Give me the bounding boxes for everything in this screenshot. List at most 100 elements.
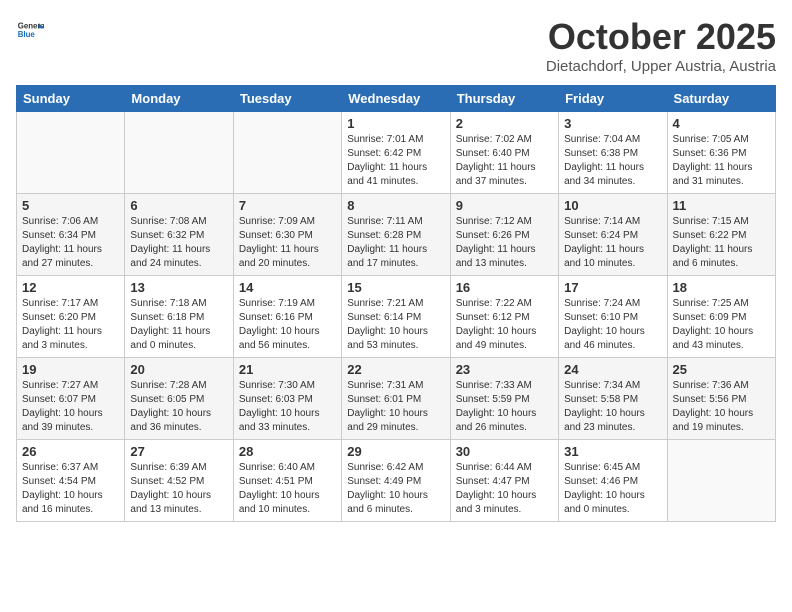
day-info: Sunrise: 7:22 AM Sunset: 6:12 PM Dayligh… xyxy=(456,297,553,353)
day-number: 24 xyxy=(564,362,661,377)
header-tuesday: Tuesday xyxy=(233,86,341,112)
day-number: 27 xyxy=(130,444,227,459)
day-cell xyxy=(17,112,125,194)
day-info: Sunrise: 7:34 AM Sunset: 5:58 PM Dayligh… xyxy=(564,379,661,435)
day-cell: 18Sunrise: 7:25 AM Sunset: 6:09 PM Dayli… xyxy=(667,276,775,358)
day-cell: 4 Sunrise: 7:05 AM Sunset: 6:36 PM Daylig… xyxy=(667,112,775,194)
week-row-4: 19Sunrise: 7:27 AM Sunset: 6:07 PM Dayli… xyxy=(17,358,776,440)
day-number: 12 xyxy=(22,280,119,295)
day-cell: 7 Sunrise: 7:09 AM Sunset: 6:30 PM Daylig… xyxy=(233,194,341,276)
day-number: 3 xyxy=(564,116,661,131)
day-cell: 28 Sunrise: 6:40 AM Sunset: 4:51 PM Dayli… xyxy=(233,440,341,522)
svg-text:Blue: Blue xyxy=(18,30,36,39)
day-cell: 24 Sunrise: 7:34 AM Sunset: 5:58 PM Dayli… xyxy=(559,358,667,440)
day-number: 6 xyxy=(130,198,227,213)
day-number: 2 xyxy=(456,116,553,131)
page-header: General Blue October 2025 Dietachdorf, U… xyxy=(16,16,776,75)
day-cell: 29Sunrise: 6:42 AM Sunset: 4:49 PM Dayli… xyxy=(342,440,450,522)
day-info: Sunrise: 7:05 AM Sunset: 6:36 PM Dayligh… xyxy=(673,133,770,189)
day-cell xyxy=(125,112,233,194)
day-number: 17 xyxy=(564,280,661,295)
day-cell: 9 Sunrise: 7:12 AM Sunset: 6:26 PM Daylig… xyxy=(450,194,558,276)
day-number: 14 xyxy=(239,280,336,295)
day-number: 22 xyxy=(347,362,444,377)
day-info: Sunrise: 7:02 AM Sunset: 6:40 PM Dayligh… xyxy=(456,133,553,189)
day-cell: 21Sunrise: 7:30 AM Sunset: 6:03 PM Dayli… xyxy=(233,358,341,440)
day-cell: 30 Sunrise: 6:44 AM Sunset: 4:47 PM Dayli… xyxy=(450,440,558,522)
logo: General Blue xyxy=(16,16,44,44)
day-number: 1 xyxy=(347,116,444,131)
header-sunday: Sunday xyxy=(17,86,125,112)
weekday-header-row: Sunday Monday Tuesday Wednesday Thursday… xyxy=(17,86,776,112)
header-wednesday: Wednesday xyxy=(342,86,450,112)
day-info: Sunrise: 7:04 AM Sunset: 6:38 PM Dayligh… xyxy=(564,133,661,189)
day-number: 23 xyxy=(456,362,553,377)
day-number: 20 xyxy=(130,362,227,377)
title-block: October 2025 Dietachdorf, Upper Austria,… xyxy=(546,16,776,75)
week-row-2: 5 Sunrise: 7:06 AM Sunset: 6:34 PM Daylig… xyxy=(17,194,776,276)
day-info: Sunrise: 7:15 AM Sunset: 6:22 PM Dayligh… xyxy=(673,215,770,271)
day-info: Sunrise: 6:45 AM Sunset: 4:46 PM Dayligh… xyxy=(564,461,661,517)
day-info: Sunrise: 7:09 AM Sunset: 6:30 PM Dayligh… xyxy=(239,215,336,271)
day-number: 21 xyxy=(239,362,336,377)
day-number: 28 xyxy=(239,444,336,459)
day-cell: 26 Sunrise: 6:37 AM Sunset: 4:54 PM Dayli… xyxy=(17,440,125,522)
day-number: 9 xyxy=(456,198,553,213)
day-cell: 19Sunrise: 7:27 AM Sunset: 6:07 PM Dayli… xyxy=(17,358,125,440)
day-number: 4 xyxy=(673,116,770,131)
day-number: 31 xyxy=(564,444,661,459)
day-number: 26 xyxy=(22,444,119,459)
week-row-5: 26 Sunrise: 6:37 AM Sunset: 4:54 PM Dayli… xyxy=(17,440,776,522)
day-info: Sunrise: 7:12 AM Sunset: 6:26 PM Dayligh… xyxy=(456,215,553,271)
day-cell: 11 Sunrise: 7:15 AM Sunset: 6:22 PM Dayli… xyxy=(667,194,775,276)
day-info: Sunrise: 6:40 AM Sunset: 4:51 PM Dayligh… xyxy=(239,461,336,517)
day-cell: 22 Sunrise: 7:31 AM Sunset: 6:01 PM Dayli… xyxy=(342,358,450,440)
day-info: Sunrise: 7:08 AM Sunset: 6:32 PM Dayligh… xyxy=(130,215,227,271)
day-info: Sunrise: 7:18 AM Sunset: 6:18 PM Dayligh… xyxy=(130,297,227,353)
day-cell: 16 Sunrise: 7:22 AM Sunset: 6:12 PM Dayli… xyxy=(450,276,558,358)
day-cell: 17 Sunrise: 7:24 AM Sunset: 6:10 PM Dayli… xyxy=(559,276,667,358)
day-number: 30 xyxy=(456,444,553,459)
day-cell: 12 Sunrise: 7:17 AM Sunset: 6:20 PM Dayli… xyxy=(17,276,125,358)
day-info: Sunrise: 7:17 AM Sunset: 6:20 PM Dayligh… xyxy=(22,297,119,353)
day-number: 19 xyxy=(22,362,119,377)
day-cell: 5 Sunrise: 7:06 AM Sunset: 6:34 PM Daylig… xyxy=(17,194,125,276)
day-number: 15 xyxy=(347,280,444,295)
day-number: 25 xyxy=(673,362,770,377)
day-cell: 20 Sunrise: 7:28 AM Sunset: 6:05 PM Dayli… xyxy=(125,358,233,440)
day-info: Sunrise: 6:37 AM Sunset: 4:54 PM Dayligh… xyxy=(22,461,119,517)
day-number: 5 xyxy=(22,198,119,213)
header-friday: Friday xyxy=(559,86,667,112)
week-row-1: 1 Sunrise: 7:01 AM Sunset: 6:42 PM Daylig… xyxy=(17,112,776,194)
header-saturday: Saturday xyxy=(667,86,775,112)
day-cell: 23 Sunrise: 7:33 AM Sunset: 5:59 PM Dayli… xyxy=(450,358,558,440)
day-cell xyxy=(667,440,775,522)
day-cell: 14 Sunrise: 7:19 AM Sunset: 6:16 PM Dayli… xyxy=(233,276,341,358)
day-number: 8 xyxy=(347,198,444,213)
day-number: 7 xyxy=(239,198,336,213)
day-info: Sunrise: 7:06 AM Sunset: 6:34 PM Dayligh… xyxy=(22,215,119,271)
day-cell xyxy=(233,112,341,194)
day-info: Sunrise: 7:31 AM Sunset: 6:01 PM Dayligh… xyxy=(347,379,444,435)
day-info: Sunrise: 7:28 AM Sunset: 6:05 PM Dayligh… xyxy=(130,379,227,435)
day-number: 16 xyxy=(456,280,553,295)
day-info: Sunrise: 6:44 AM Sunset: 4:47 PM Dayligh… xyxy=(456,461,553,517)
day-cell: 25Sunrise: 7:36 AM Sunset: 5:56 PM Dayli… xyxy=(667,358,775,440)
day-info: Sunrise: 7:01 AM Sunset: 6:42 PM Dayligh… xyxy=(347,133,444,189)
day-number: 18 xyxy=(673,280,770,295)
day-info: Sunrise: 7:19 AM Sunset: 6:16 PM Dayligh… xyxy=(239,297,336,353)
day-cell: 6 Sunrise: 7:08 AM Sunset: 6:32 PM Daylig… xyxy=(125,194,233,276)
header-monday: Monday xyxy=(125,86,233,112)
day-info: Sunrise: 7:33 AM Sunset: 5:59 PM Dayligh… xyxy=(456,379,553,435)
calendar-title: October 2025 xyxy=(546,16,776,58)
week-row-3: 12 Sunrise: 7:17 AM Sunset: 6:20 PM Dayli… xyxy=(17,276,776,358)
day-number: 13 xyxy=(130,280,227,295)
day-number: 10 xyxy=(564,198,661,213)
day-cell: 15Sunrise: 7:21 AM Sunset: 6:14 PM Dayli… xyxy=(342,276,450,358)
day-cell: 31 Sunrise: 6:45 AM Sunset: 4:46 PM Dayli… xyxy=(559,440,667,522)
day-number: 11 xyxy=(673,198,770,213)
day-info: Sunrise: 7:14 AM Sunset: 6:24 PM Dayligh… xyxy=(564,215,661,271)
calendar-table: Sunday Monday Tuesday Wednesday Thursday… xyxy=(16,85,776,522)
day-info: Sunrise: 7:24 AM Sunset: 6:10 PM Dayligh… xyxy=(564,297,661,353)
day-cell: 13 Sunrise: 7:18 AM Sunset: 6:18 PM Dayli… xyxy=(125,276,233,358)
